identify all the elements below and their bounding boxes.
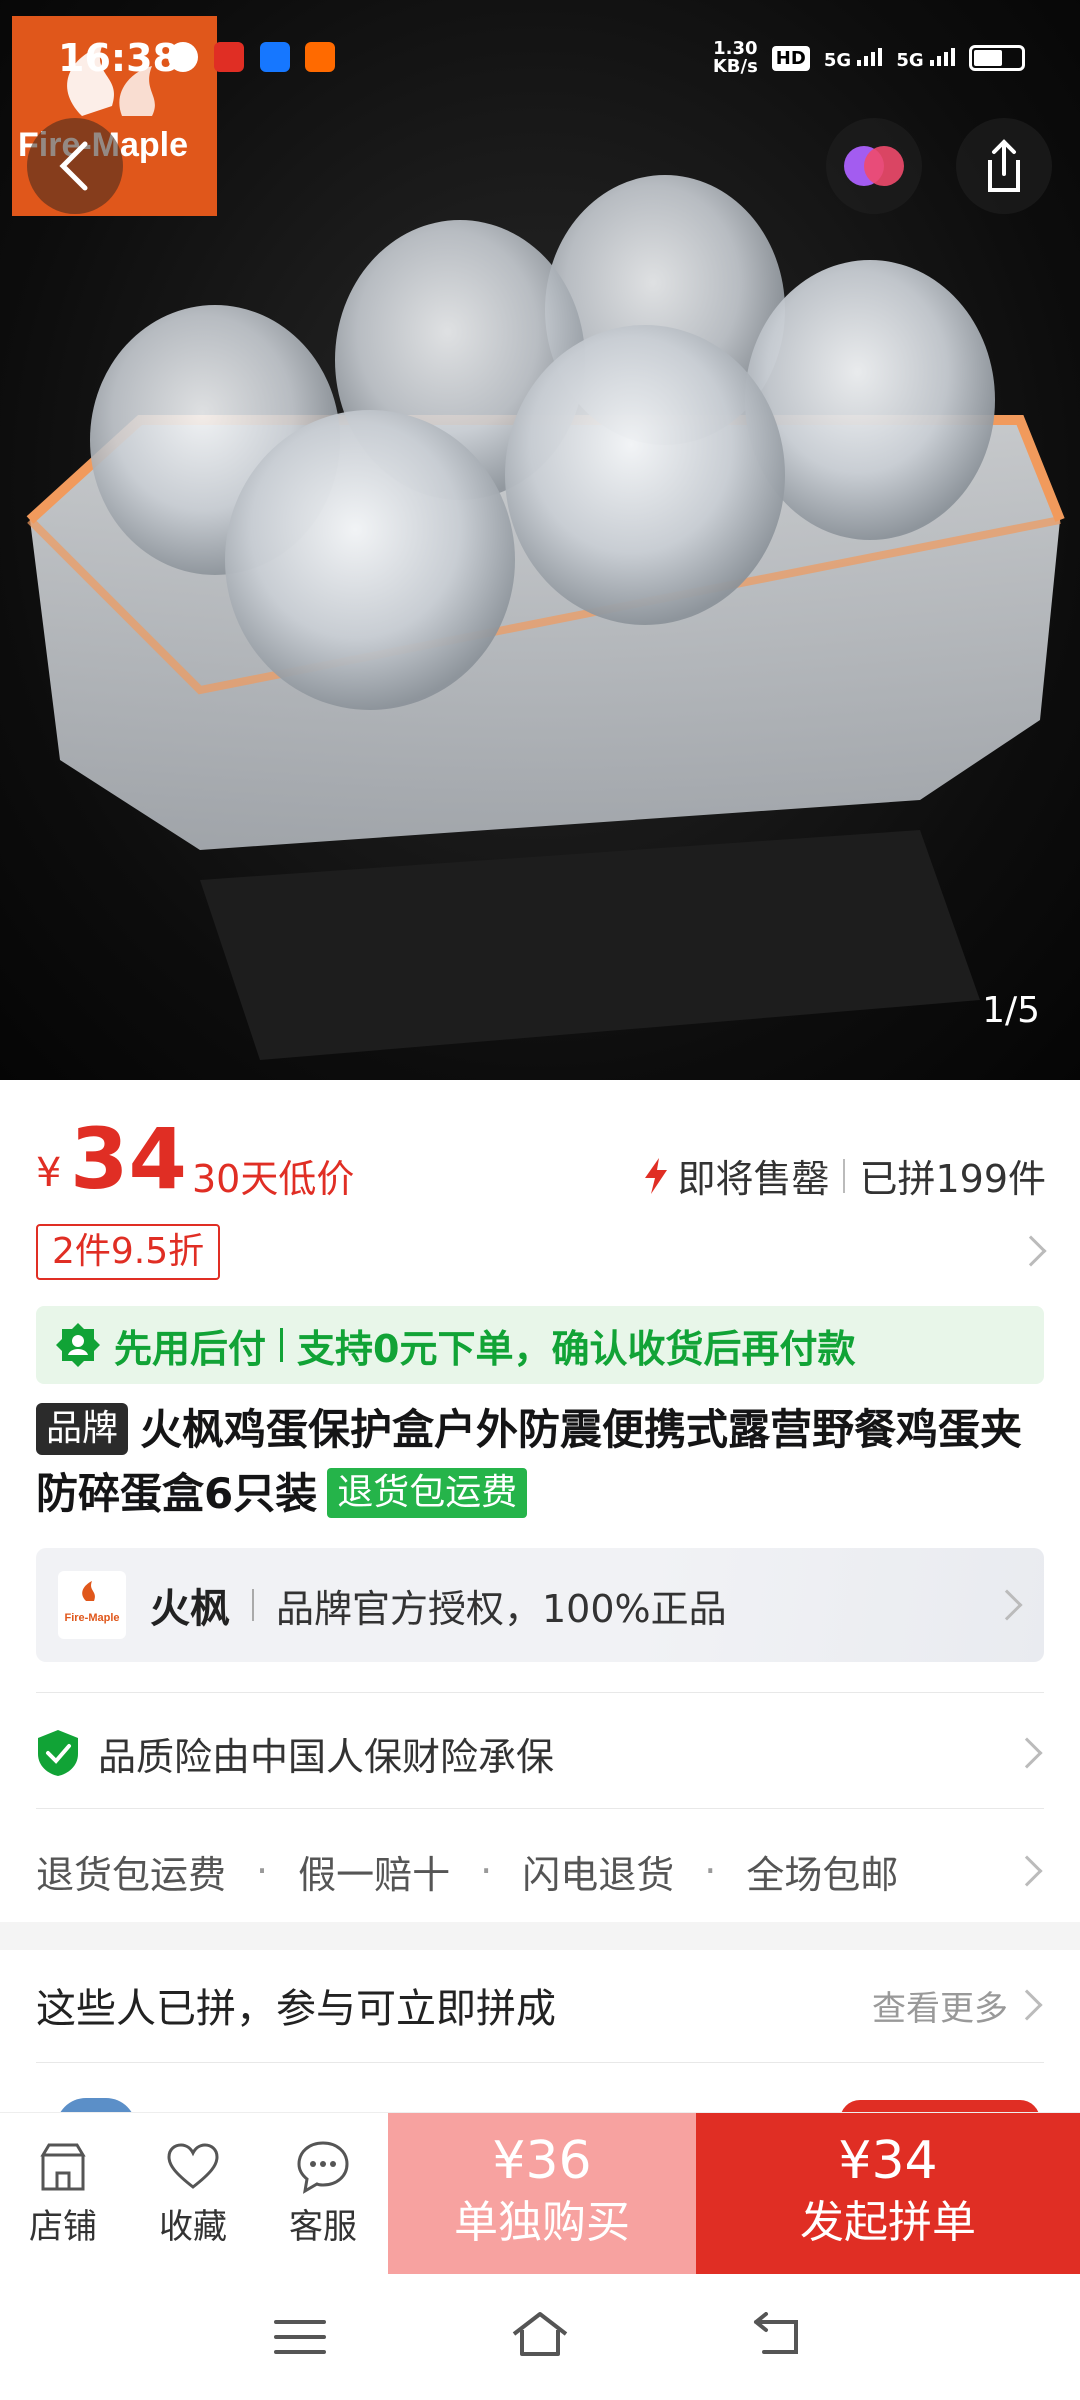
divider xyxy=(36,2062,1044,2063)
status-time: 16:38 xyxy=(58,36,179,80)
store-card[interactable]: Fire-Maple 火枫 品牌官方授权，100%正品 xyxy=(36,1548,1044,1662)
section-gap xyxy=(0,1922,1080,1950)
product-title: 品牌 火枫鸡蛋保护盒户外防震便携式露营野餐鸡蛋夹防碎蛋盒6只装 退货包运费 xyxy=(36,1398,1046,1526)
separator-dot: · xyxy=(480,1849,493,1893)
solo-label: 单独购买 xyxy=(454,2197,630,2248)
currency-symbol: ¥ xyxy=(36,1150,62,1196)
sale-status: 即将售罄 xyxy=(677,1157,830,1201)
share-button[interactable] xyxy=(956,118,1052,214)
customer-service-label: 客服 xyxy=(289,2207,357,2247)
status-bar: 16:38 1.30 KB/s HD 5G 5G xyxy=(0,0,1080,110)
share-icon xyxy=(988,139,1020,192)
multi-window-button[interactable] xyxy=(826,118,922,214)
back-arrow-icon xyxy=(59,141,88,191)
menu-icon[interactable] xyxy=(270,2312,330,2362)
back-button[interactable] xyxy=(27,118,123,214)
system-navigation-bar xyxy=(0,2274,1080,2400)
hd-badge: HD xyxy=(771,45,810,71)
overlap-circles-icon xyxy=(844,146,904,186)
pay-later-label: 先用后付 xyxy=(114,1326,267,1371)
divider xyxy=(36,1692,1044,1693)
buy-alone-button[interactable]: ¥36 单独购买 xyxy=(388,2113,696,2275)
divider xyxy=(843,1158,846,1193)
favorite-button[interactable]: 收藏 xyxy=(138,2139,248,2248)
insurance-row[interactable]: 品质险由中国人保财险承保 xyxy=(36,1718,1044,1788)
product-image-carousel[interactable]: Fire-Maple 16:38 1.30KB/s HD 5G 5G xyxy=(0,0,1080,1080)
store-name: 火枫 xyxy=(150,1586,230,1632)
separator-dot: · xyxy=(256,1849,269,1893)
chevron-right-icon xyxy=(991,1589,1023,1621)
status-indicators: 1.30 KB/s HD 5G 5G xyxy=(713,40,1025,76)
start-group-buy-button[interactable]: ¥34 发起拼单 xyxy=(696,2113,1080,2275)
low-price-tag: 30天低价 xyxy=(192,1157,355,1201)
store-logo: Fire-Maple xyxy=(58,1571,126,1639)
store-icon xyxy=(40,2143,86,2191)
home-icon[interactable] xyxy=(508,2308,572,2362)
chevron-right-icon xyxy=(1011,1855,1043,1887)
chat-bubble-icon xyxy=(297,2141,349,2194)
divider xyxy=(280,1328,284,1362)
solo-price: ¥36 xyxy=(492,2131,592,2191)
return-shipping-chip: 退货包运费 xyxy=(327,1468,528,1518)
product-title-text: 火枫鸡蛋保护盒户外防震便携式露营野餐鸡蛋夹防碎蛋盒6只装 xyxy=(36,1405,1023,1518)
group-price: ¥34 xyxy=(838,2131,938,2191)
heart-icon xyxy=(167,2143,219,2189)
app-icon-red xyxy=(214,42,244,72)
customer-service-button[interactable]: 客服 xyxy=(268,2139,378,2248)
services-row[interactable]: 退货包运费 · 假一赔十 · 闪电退货 · 全场包邮 xyxy=(36,1836,1044,1906)
discount-badge[interactable]: 2件9.5折 xyxy=(36,1224,221,1280)
signal-1: 5G xyxy=(824,46,883,71)
chevron-right-icon xyxy=(1011,1737,1043,1769)
net-speed: 1.30 KB/s xyxy=(712,38,758,77)
service-item: 退货包运费 xyxy=(36,1852,227,1897)
group-buy-header: 这些人已拼，参与可立即拼成 查看更多 xyxy=(36,1970,1044,2040)
chevron-right-icon[interactable] xyxy=(1015,1235,1047,1267)
store-nav-button[interactable]: 店铺 xyxy=(8,2139,118,2248)
lightning-icon xyxy=(645,1157,668,1194)
divider xyxy=(36,1808,1044,1809)
shield-check-icon xyxy=(38,1730,78,1776)
service-item: 全场包邮 xyxy=(746,1852,899,1897)
group-label: 发起拼单 xyxy=(800,2197,976,2248)
favorite-label: 收藏 xyxy=(159,2207,227,2247)
store-desc: 品牌官方授权，100%正品 xyxy=(276,1586,727,1631)
taobao-icon xyxy=(305,42,335,72)
alipay-icon xyxy=(260,42,290,72)
service-item: 闪电退货 xyxy=(522,1852,675,1897)
image-counter: 1/5 xyxy=(982,990,1040,1031)
store-nav-label: 店铺 xyxy=(29,2207,97,2247)
divider xyxy=(252,1589,254,1621)
bottom-action-bar: 店铺 收藏 客服 ¥36 单独购买 ¥34 发起拼单 xyxy=(0,2112,1080,2275)
pay-later-icon xyxy=(56,1323,100,1367)
svg-text:Fire-Maple: Fire-Maple xyxy=(64,1612,119,1624)
sale-info: 即将售罄 已拼199件 xyxy=(643,1148,1046,1203)
separator-dot: · xyxy=(704,1849,717,1893)
back-icon[interactable] xyxy=(748,2312,808,2362)
insurance-text: 品质险由中国人保财险承保 xyxy=(98,1734,555,1779)
brand-chip: 品牌 xyxy=(36,1403,129,1455)
battery-icon xyxy=(969,45,1025,71)
price-value: 34 xyxy=(70,1110,187,1208)
pay-later-desc: 支持0元下单，确认收货后再付款 xyxy=(297,1326,856,1371)
sold-count: 已拼199件 xyxy=(859,1157,1046,1201)
price-row: ¥ 34 30天低价 即将售罄 已拼199件 xyxy=(36,1110,1046,1220)
service-item: 假一赔十 xyxy=(298,1852,451,1897)
wechat-icon xyxy=(168,42,198,72)
pay-later-banner[interactable]: 先用后付 支持0元下单，确认收货后再付款 xyxy=(36,1306,1044,1384)
signal-2: 5G xyxy=(896,46,955,71)
group-buy-title: 这些人已拼，参与可立即拼成 xyxy=(36,1986,556,2032)
